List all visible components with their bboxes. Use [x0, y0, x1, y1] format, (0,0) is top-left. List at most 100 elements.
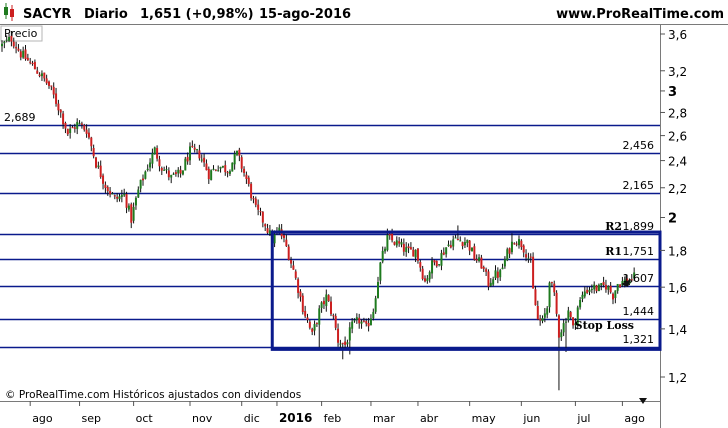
- candle-down: [344, 341, 347, 345]
- quote-label: 1,651 (+0,98%): [140, 7, 254, 22]
- candle-down: [424, 278, 426, 282]
- annotation-r1: R1: [605, 245, 622, 258]
- candle-up: [346, 342, 349, 345]
- candle-up: [351, 321, 354, 329]
- candle-up: [273, 234, 276, 244]
- candle-up: [447, 244, 450, 247]
- candle-up: [560, 332, 563, 338]
- candle-down: [257, 204, 260, 210]
- candle-up: [405, 247, 408, 253]
- level-label-4: 1,751: [623, 245, 655, 258]
- candle-down: [106, 187, 109, 192]
- candle-down: [38, 74, 41, 77]
- candle-down: [261, 211, 264, 223]
- candle-down: [520, 240, 523, 248]
- candle-down: [50, 85, 53, 87]
- candle-down: [330, 301, 332, 315]
- candle-down: [433, 260, 436, 263]
- candle-down: [604, 284, 607, 290]
- candle-down: [24, 49, 27, 60]
- candle-up: [170, 174, 173, 178]
- candle-down: [334, 315, 337, 328]
- candle-up: [353, 320, 356, 322]
- candle-up: [494, 270, 497, 279]
- candle-up: [565, 321, 567, 323]
- candle-up: [1, 43, 3, 47]
- candle-down: [534, 289, 537, 306]
- candle-down: [43, 72, 46, 79]
- candle-up: [134, 197, 137, 206]
- candle-down: [73, 127, 76, 129]
- candle-up: [217, 170, 220, 172]
- candle-down: [539, 318, 542, 321]
- x-tick-label: nov: [192, 412, 213, 425]
- candle-up: [118, 196, 121, 200]
- candle-down: [158, 159, 161, 167]
- candle-down: [259, 211, 262, 213]
- candle-up: [440, 253, 443, 266]
- candle-down: [250, 183, 253, 199]
- candle-down: [341, 342, 344, 344]
- candle-up: [137, 189, 140, 198]
- candle-down: [31, 63, 34, 65]
- candle-down: [311, 328, 314, 332]
- candle-down: [203, 157, 206, 163]
- candle-up: [499, 270, 502, 278]
- candle-down: [62, 113, 65, 125]
- candle-up: [120, 195, 123, 197]
- candle-down: [116, 196, 119, 199]
- candle-down: [536, 306, 539, 320]
- candle-down: [10, 35, 13, 42]
- candle-down: [66, 128, 69, 135]
- candle-down: [104, 184, 107, 188]
- candle-up: [597, 284, 600, 292]
- y-tick-label: 1,2: [668, 371, 687, 385]
- candle-down: [480, 257, 483, 269]
- candle-down: [442, 252, 445, 255]
- candle-down: [421, 268, 424, 280]
- candle-down: [508, 248, 511, 254]
- candle-down: [435, 260, 438, 267]
- candle-up: [588, 289, 591, 292]
- y-tick-label: 1,8: [668, 244, 687, 258]
- candle-down: [156, 148, 159, 159]
- candle-down: [409, 247, 412, 250]
- candle-down: [553, 283, 556, 293]
- candle-up: [510, 241, 513, 253]
- y-tick-label: 3,2: [668, 65, 687, 79]
- candle-down: [557, 315, 560, 338]
- candle-up: [111, 193, 114, 195]
- candle-down: [238, 149, 241, 156]
- candle-down: [245, 174, 248, 179]
- candle-down: [496, 271, 499, 278]
- price-chart[interactable]: SACYR Diario 1,651 (+0,98%) 15-ago-2016 …: [0, 0, 728, 428]
- candle-down: [109, 191, 112, 195]
- candle-up: [318, 308, 321, 325]
- x-tick-label: dic: [244, 412, 260, 425]
- y-tick-label: 2,2: [668, 182, 687, 196]
- candle-up: [181, 170, 184, 175]
- candle-down: [419, 262, 422, 268]
- date-label: 15-ago-2016: [259, 7, 351, 22]
- candle-down: [365, 321, 368, 324]
- candle-down: [85, 129, 88, 134]
- candle-up: [200, 159, 203, 161]
- candle-down: [602, 281, 605, 286]
- candle-up: [506, 249, 509, 261]
- candle-down: [26, 57, 29, 61]
- level-label-6: 1,444: [623, 305, 655, 318]
- candle-up: [76, 121, 79, 129]
- candle-down: [485, 269, 488, 272]
- candle-down: [142, 178, 144, 181]
- candle-up: [78, 123, 81, 125]
- candle-up: [231, 162, 234, 172]
- candle-up: [165, 169, 168, 171]
- candle-down: [48, 81, 50, 86]
- candle-up: [233, 153, 236, 165]
- candle-up: [501, 267, 504, 270]
- candle-up: [360, 321, 363, 324]
- candle-up: [325, 294, 328, 307]
- candle-down: [294, 271, 297, 278]
- x-tick-label: jun: [522, 412, 540, 425]
- candle-down: [468, 240, 471, 251]
